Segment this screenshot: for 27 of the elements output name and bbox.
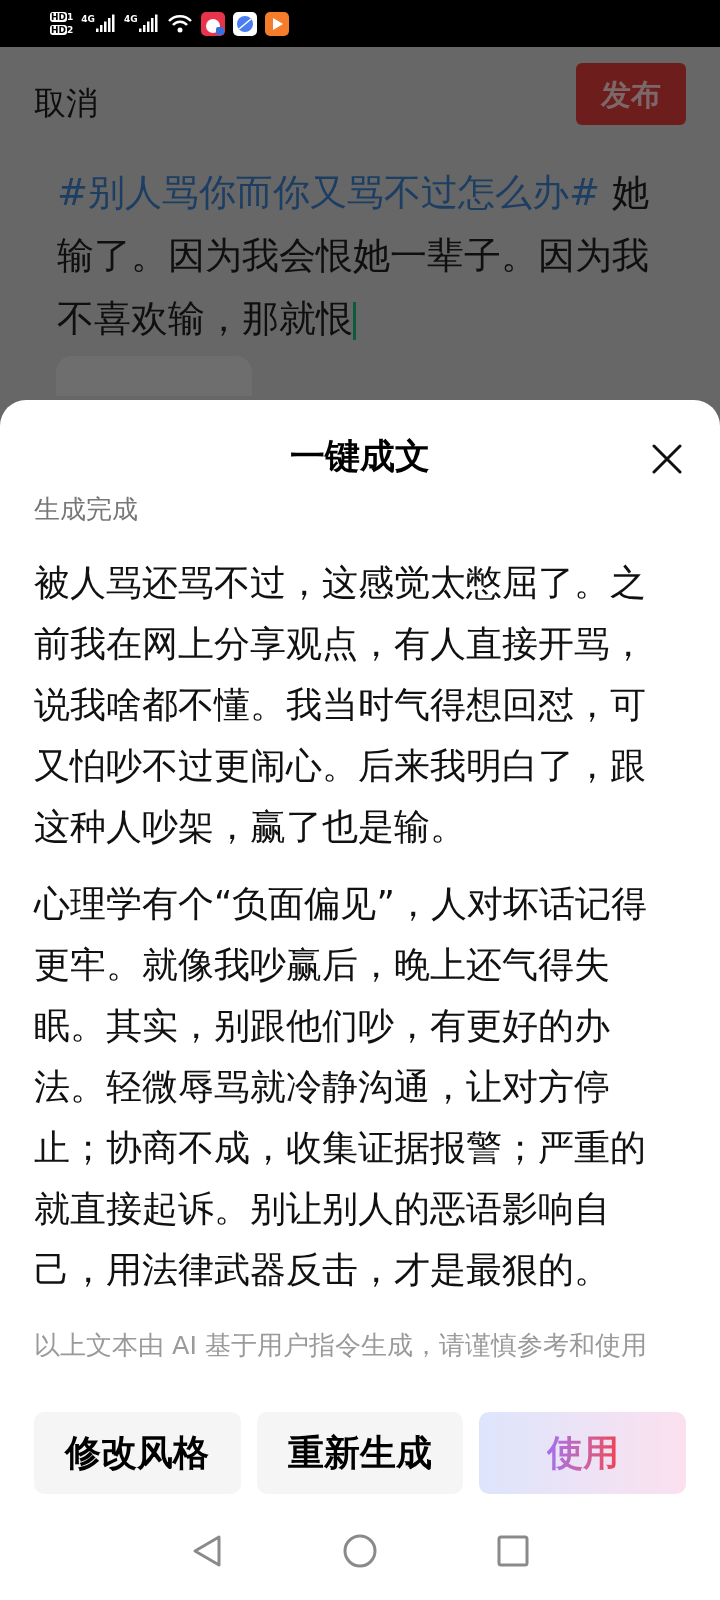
sim-label: HD 1 bbox=[50, 11, 74, 23]
wifi-icon bbox=[166, 13, 193, 34]
sheet-title: 一键成文 bbox=[290, 434, 430, 478]
generated-paragraph: 被人骂还骂不过，这感觉太憋屈了。之前我在网上分享观点，有人直接开骂，说我啥都不懂。我当时气得想回怼，可又怕吵不过更闹心。后来我明白了，跟这种人吵架，赢了也是输。 bbox=[34, 561, 647, 849]
signal-icon bbox=[138, 13, 159, 34]
disclaimer-text: 以上文本由 AI 基于用户指令生成，请谨慎参考和使用 bbox=[34, 1329, 649, 1362]
status-text: 生成完成 bbox=[34, 494, 139, 524]
close-icon[interactable] bbox=[652, 444, 682, 474]
recents-icon[interactable] bbox=[497, 1535, 529, 1568]
network-label: 4G bbox=[123, 13, 138, 24]
app-icon bbox=[232, 11, 257, 36]
network-label: 4G bbox=[81, 13, 95, 24]
app-icon bbox=[200, 11, 225, 36]
use-button[interactable]: 使用 bbox=[479, 1412, 686, 1495]
signal-icon bbox=[95, 13, 116, 34]
generated-paragraph: 心理学有个“负面偏见”，人对坏话记得更牢。就像我吵赢后，晚上还气得失眠。其实，别跟他们吵，有更好的办法。轻微辱骂就冷静沟通，让对方停止；协商不成，收集证据报警；严重的就直接起诉。别让别人的恶语影响自己，用法律武器反击，才是最狠的。 bbox=[34, 882, 648, 1292]
back-icon[interactable] bbox=[191, 1534, 223, 1569]
play-icon bbox=[264, 11, 289, 36]
hashtag-link[interactable]: #别人骂你而你又骂不过怎么办# bbox=[57, 171, 600, 214]
publish-button[interactable]: 发布 bbox=[576, 63, 686, 125]
post-text[interactable]: #别人骂你而你又骂不过怎么办# 她输了。因为我会恨她一辈子。因为我不喜欢输，那就恨 bbox=[57, 161, 657, 350]
text-cursor bbox=[353, 301, 356, 340]
cancel-link[interactable]: 取消 bbox=[34, 79, 98, 127]
home-icon[interactable] bbox=[343, 1534, 377, 1569]
option-button[interactable]: 修改风格 bbox=[34, 1412, 241, 1495]
sim-label: HD2 bbox=[50, 24, 74, 36]
option-button[interactable]: 重新生成 bbox=[256, 1412, 464, 1495]
